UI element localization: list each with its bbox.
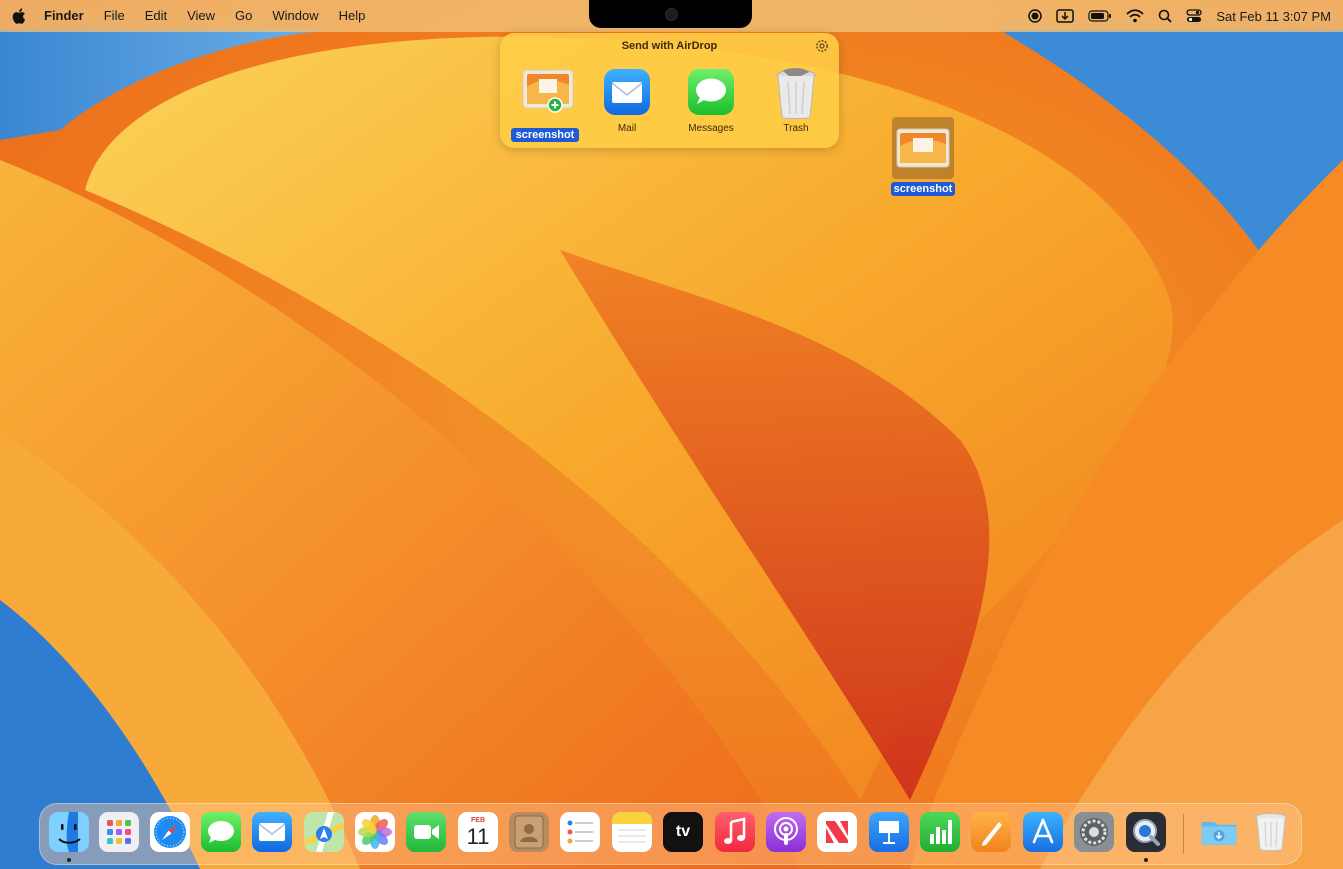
gear-icon[interactable] <box>815 39 829 53</box>
share-target-trash-label: Trash <box>783 123 809 134</box>
mail-icon[interactable] <box>252 812 292 852</box>
podcasts-icon[interactable] <box>766 812 806 852</box>
share-target-airdrop[interactable] <box>510 67 582 117</box>
numbers-icon[interactable] <box>920 812 960 852</box>
share-target-mail-label: Mail <box>617 123 637 134</box>
share-target-trash[interactable]: Trash <box>760 67 832 134</box>
downloads-folder-icon[interactable] <box>1199 812 1239 852</box>
menu-app-name[interactable]: Finder <box>34 0 94 32</box>
apple-tv-label: tv <box>675 823 691 840</box>
app-store-icon[interactable] <box>1023 812 1063 852</box>
desktop-file-name: screenshot <box>890 182 956 196</box>
dragged-file-label: screenshot <box>511 128 579 142</box>
menu-edit[interactable]: Edit <box>135 0 177 32</box>
menu-help[interactable]: Help <box>329 0 376 32</box>
running-indicator <box>1144 858 1148 862</box>
notes-icon[interactable] <box>612 812 652 852</box>
control-center-icon[interactable] <box>1186 0 1202 32</box>
apple-menu-icon[interactable] <box>0 8 34 24</box>
dock-separator <box>1183 814 1184 854</box>
camera-icon <box>665 8 678 21</box>
news-icon[interactable] <box>817 812 857 852</box>
launchpad-icon[interactable] <box>99 812 139 852</box>
messages-icon[interactable] <box>201 812 241 852</box>
calendar-icon[interactable]: FEB 11 <box>458 812 498 852</box>
calendar-day: 11 <box>466 824 490 849</box>
dragged-file-thumbnail <box>521 67 574 117</box>
contacts-icon[interactable] <box>509 812 549 852</box>
facetime-icon[interactable] <box>406 812 446 852</box>
apple-tv-icon[interactable]: tv <box>663 812 703 852</box>
safari-icon[interactable] <box>150 812 190 852</box>
screen-share-icon[interactable] <box>1056 0 1075 32</box>
menu-view[interactable]: View <box>177 0 225 32</box>
menu-window[interactable]: Window <box>262 0 328 32</box>
share-target-messages[interactable]: Messages <box>675 67 747 134</box>
trash-icon <box>771 67 821 119</box>
screen-record-icon[interactable] <box>1028 0 1043 32</box>
photos-icon[interactable] <box>355 812 395 852</box>
share-panel-title: Send with AirDrop <box>621 40 718 52</box>
trash-icon[interactable] <box>1251 812 1291 852</box>
quicktime-icon[interactable] <box>1126 812 1166 852</box>
keynote-icon[interactable] <box>869 812 909 852</box>
spotlight-search-icon[interactable] <box>1158 0 1172 32</box>
file-thumbnail <box>892 117 954 179</box>
desktop-file-screenshot[interactable]: screenshot <box>889 117 957 197</box>
menu-file[interactable]: File <box>94 0 135 32</box>
share-target-mail[interactable]: Mail <box>591 67 663 134</box>
menu-clock[interactable]: Sat Feb 11 3:07 PM <box>1216 9 1331 24</box>
system-settings-icon[interactable] <box>1074 812 1114 852</box>
share-target-messages-label: Messages <box>688 123 734 134</box>
battery-icon[interactable] <box>1088 0 1112 32</box>
mail-icon <box>602 67 652 117</box>
pages-icon[interactable] <box>971 812 1011 852</box>
finder-icon[interactable] <box>49 812 89 852</box>
dock: FEB 11 tv <box>39 803 1302 865</box>
menu-bar: Finder File Edit View Go Window Help Sat… <box>0 0 1343 32</box>
messages-icon <box>686 67 736 117</box>
menu-go[interactable]: Go <box>225 0 262 32</box>
running-indicator <box>67 858 71 862</box>
camera-notch <box>589 0 752 28</box>
music-icon[interactable] <box>715 812 755 852</box>
reminders-icon[interactable] <box>560 812 600 852</box>
wifi-icon[interactable] <box>1126 0 1144 32</box>
maps-icon[interactable] <box>304 812 344 852</box>
